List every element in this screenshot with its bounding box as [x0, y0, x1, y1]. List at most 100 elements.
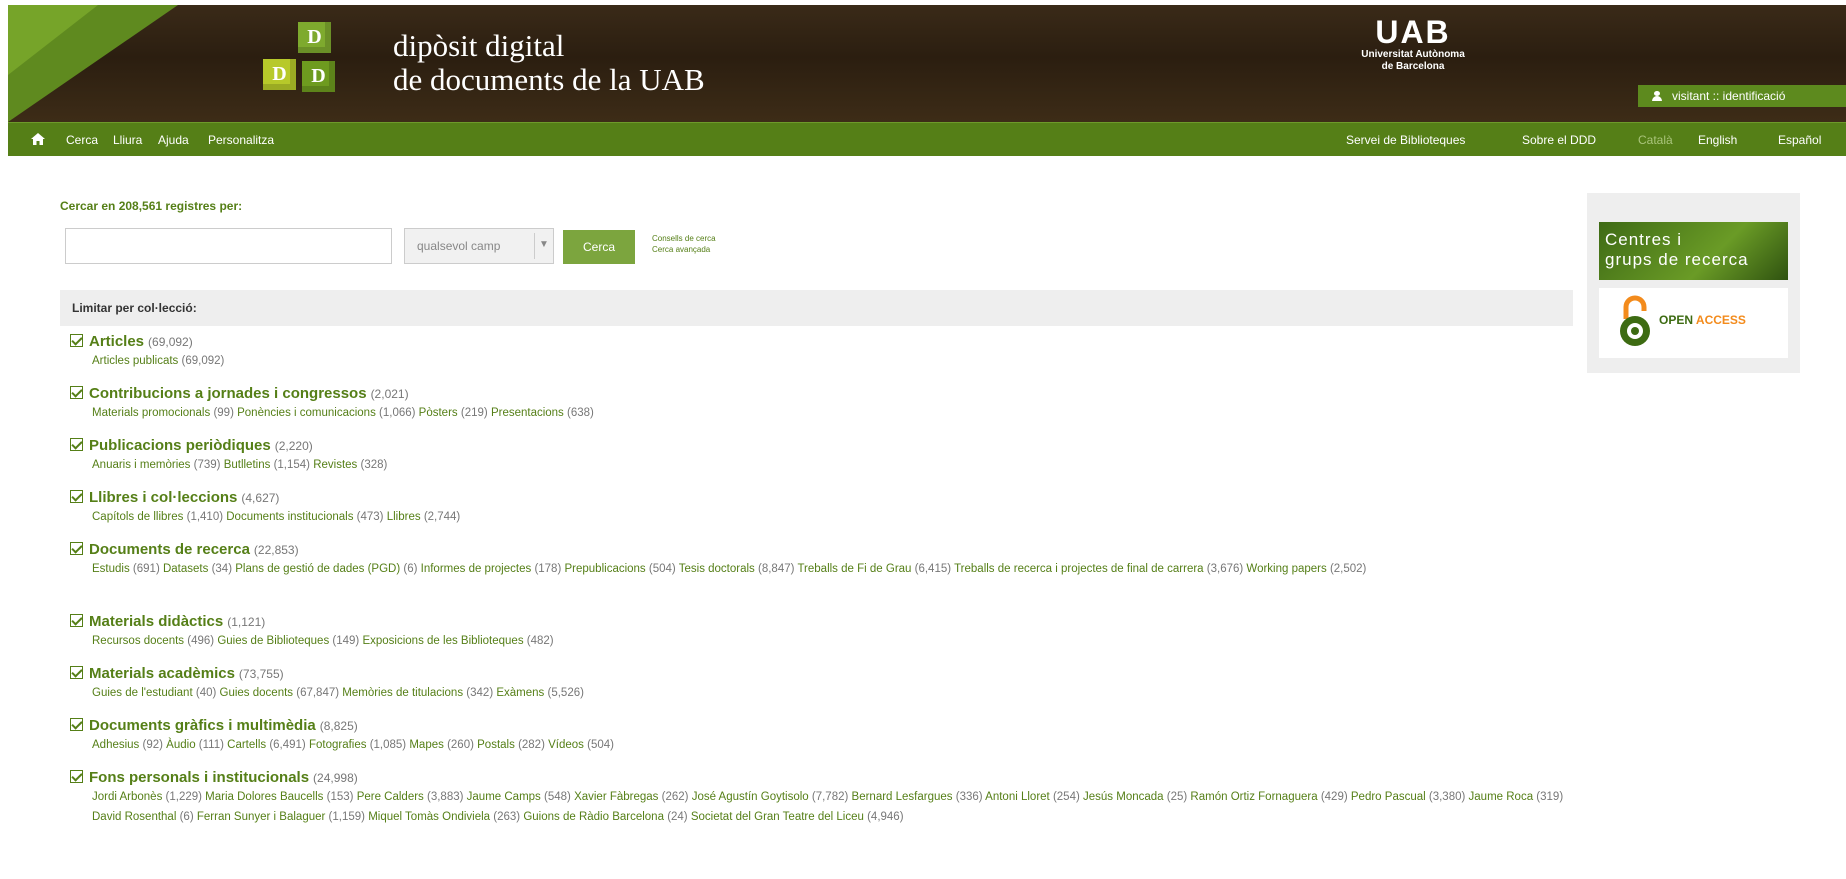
collection-checkbox[interactable] — [70, 334, 83, 347]
subcollection-link[interactable]: Postals — [477, 739, 515, 751]
subcollection-link[interactable]: Llibres — [387, 511, 421, 523]
subcollection-link[interactable]: Ferran Sunyer i Balaguer — [197, 811, 325, 823]
subcollection-link[interactable]: Recursos docents — [92, 635, 184, 647]
collection-checkbox[interactable] — [70, 614, 83, 627]
subcollection-link[interactable]: Guies docents — [220, 687, 294, 699]
subcollection-link[interactable]: Estudis — [92, 563, 130, 575]
subcollection-link[interactable]: Revistes — [313, 459, 357, 471]
research-centres-banner[interactable]: Centres i grups de recerca — [1599, 222, 1788, 280]
subcollection-count: (1,410) — [186, 511, 224, 523]
uab-logo[interactable]: UAB Universitat Autònoma de Barcelona — [1338, 15, 1488, 73]
open-access-banner[interactable]: OPEN ACCESS — [1599, 288, 1788, 358]
subcollection-link[interactable]: Articles publicats — [92, 355, 178, 367]
nav-item-lliura[interactable]: Lliura — [113, 133, 142, 147]
subcollection-link[interactable]: Treballs de Fi de Grau — [797, 563, 911, 575]
collection-title-link[interactable]: Documents gràfics i multimèdia — [89, 717, 316, 734]
subcollection-link[interactable]: José Agustín Goytisolo — [692, 791, 809, 803]
subcollection-link[interactable]: Treballs de recerca i projectes de final… — [954, 563, 1204, 575]
subcollection-link[interactable]: Plans de gestió de dades (PGD) — [235, 563, 400, 575]
subcollection-link[interactable]: Materials promocionals — [92, 407, 210, 419]
subcollection-link[interactable]: Mapes — [409, 739, 444, 751]
subcollection-link[interactable]: Exposicions de les Biblioteques — [362, 635, 523, 647]
subcollection-link[interactable]: Jordi Arbonès — [92, 791, 162, 803]
subcollection-link[interactable]: Jesús Moncada — [1083, 791, 1164, 803]
subcollection-link[interactable]: Guies de l'estudiant — [92, 687, 193, 699]
field-select[interactable]: qualsevol camp ▼ — [404, 228, 554, 264]
collection-title-link[interactable]: Materials didàctics — [89, 613, 223, 630]
subcollection-count: (336) — [955, 791, 983, 803]
subcollection-link[interactable]: Working papers — [1246, 563, 1326, 575]
subcollection-link[interactable]: Informes de projectes — [421, 563, 532, 575]
collection-title-link[interactable]: Publicacions periòdiques — [89, 437, 271, 454]
nav-item-personalitza[interactable]: Personalitza — [208, 133, 274, 147]
subcollection-link[interactable]: Cartells — [227, 739, 266, 751]
subcollection-link[interactable]: Guies de Biblioteques — [217, 635, 329, 647]
open-access-lock-icon — [1620, 295, 1650, 346]
collection-count: (8,825) — [319, 719, 358, 733]
subcollection-link[interactable]: Capítols de llibres — [92, 511, 183, 523]
collection-checkbox[interactable] — [70, 666, 83, 679]
subcollection-link[interactable]: Exàmens — [496, 687, 544, 699]
subcollection-link[interactable]: Xavier Fàbregas — [574, 791, 658, 803]
nav-lang-english[interactable]: English — [1698, 133, 1737, 147]
nav-item-ajuda[interactable]: Ajuda — [158, 133, 189, 147]
subcollection-link[interactable]: Presentacions — [491, 407, 564, 419]
search-button[interactable]: Cerca — [563, 230, 635, 264]
user-login-text[interactable]: visitant :: identificació — [1672, 89, 1785, 103]
subcollection-link[interactable]: Àudio — [166, 739, 195, 751]
collection-title-link[interactable]: Llibres i col·leccions — [89, 489, 237, 506]
subcollection-link[interactable]: Ramón Ortiz Fornaguera — [1190, 791, 1317, 803]
collection-title-link[interactable]: Articles — [89, 333, 144, 350]
subcollection-link[interactable]: Societat del Gran Teatre del Liceu — [691, 811, 864, 823]
home-icon[interactable] — [30, 132, 46, 146]
subcollection-link[interactable]: Maria Dolores Baucells — [205, 791, 323, 803]
subcollection-link[interactable]: David Rosenthal — [92, 811, 176, 823]
subcollection-link[interactable]: Anuaris i memòries — [92, 459, 190, 471]
advanced-search-link[interactable]: Cerca avançada — [652, 244, 716, 255]
collection-title-link[interactable]: Contribucions a jornades i congressos — [89, 385, 367, 402]
subcollection-link[interactable]: Jaume Roca — [1469, 791, 1534, 803]
nav-lang-espanol[interactable]: Español — [1778, 133, 1821, 147]
collection-checkbox[interactable] — [70, 718, 83, 731]
collection-title-link[interactable]: Fons personals i institucionals — [89, 769, 309, 786]
subcollection-link[interactable]: Bernard Lesfargues — [852, 791, 953, 803]
user-login-box[interactable]: visitant :: identificació — [1638, 85, 1846, 107]
subcollection-link[interactable]: Butlletins — [224, 459, 271, 471]
nav-item-sobre-ddd[interactable]: Sobre el DDD — [1522, 133, 1596, 147]
collection-checkbox[interactable] — [70, 490, 83, 503]
nav-item-cerca[interactable]: Cerca — [66, 133, 98, 147]
subcollection-link[interactable]: Jaume Camps — [467, 791, 541, 803]
subcollection-link[interactable]: Datasets — [163, 563, 208, 575]
subcollection-link[interactable]: Pòsters — [419, 407, 458, 419]
subcollection-link[interactable]: Miquel Tomàs Ondiviela — [368, 811, 493, 823]
collection-checkbox[interactable] — [70, 770, 83, 783]
nav-lang-catala[interactable]: Català — [1638, 133, 1673, 147]
collection-checkbox[interactable] — [70, 542, 83, 555]
collection-title-link[interactable]: Materials acadèmics — [89, 665, 235, 682]
subcollection-link[interactable]: Antoni Lloret — [985, 791, 1050, 803]
chevron-down-icon[interactable]: ▼ — [534, 233, 553, 259]
subcollection-link[interactable]: Guions de Ràdio Barcelona — [523, 811, 664, 823]
collection-heading: Articles (69,092) — [70, 333, 1570, 351]
site-title[interactable]: dipòsit digital de documents de la UAB — [393, 29, 705, 97]
search-input[interactable] — [65, 228, 392, 264]
logo-cube: D — [298, 22, 331, 53]
nav-item-servei-biblioteques[interactable]: Servei de Biblioteques — [1346, 133, 1465, 147]
search-tips-link[interactable]: Consells de cerca — [652, 233, 716, 244]
subcollection-link[interactable]: Tesis doctorals — [679, 563, 755, 575]
subcollection-link[interactable]: Fotografies — [309, 739, 367, 751]
collection-checkbox[interactable] — [70, 386, 83, 399]
subcollection-link[interactable]: Documents institucionals — [226, 511, 353, 523]
subcollection-count: (24) — [667, 811, 688, 823]
collection-item: Contribucions a jornades i congressos (2,… — [70, 385, 1570, 423]
subcollection-link[interactable]: Adhesius — [92, 739, 139, 751]
subcollection-link[interactable]: Pere Calders — [357, 791, 424, 803]
subcollection-link[interactable]: Memòries de titulacions — [342, 687, 463, 699]
subcollection-link[interactable]: Ponències i comunicacions — [237, 407, 376, 419]
collection-count: (22,853) — [253, 543, 299, 557]
collection-checkbox[interactable] — [70, 438, 83, 451]
collection-title-link[interactable]: Documents de recerca — [89, 541, 250, 558]
subcollection-link[interactable]: Vídeos — [548, 739, 584, 751]
subcollection-link[interactable]: Pedro Pascual — [1351, 791, 1426, 803]
subcollection-link[interactable]: Prepublicacions — [565, 563, 646, 575]
